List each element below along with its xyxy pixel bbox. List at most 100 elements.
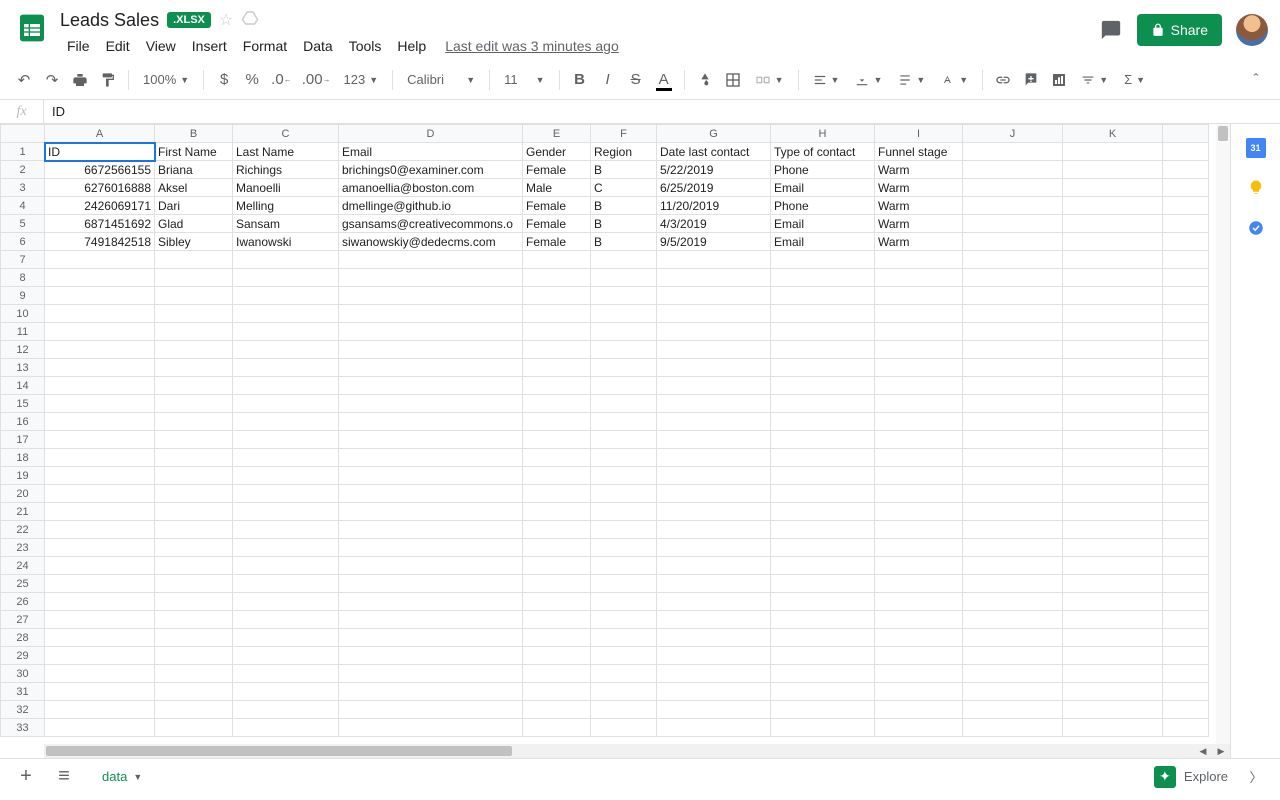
cell[interactable] [771,395,875,413]
cell[interactable] [233,521,339,539]
cell[interactable] [1063,359,1163,377]
row-header[interactable]: 5 [1,215,45,233]
cell[interactable] [155,467,233,485]
cell[interactable] [771,647,875,665]
cell[interactable] [1163,449,1209,467]
cell[interactable] [155,377,233,395]
cell[interactable] [45,413,155,431]
cell[interactable] [771,539,875,557]
row-header[interactable]: 27 [1,611,45,629]
cell[interactable] [233,287,339,305]
cell[interactable] [523,269,591,287]
cell[interactable] [523,575,591,593]
cell[interactable] [233,647,339,665]
cell[interactable] [1163,179,1209,197]
cell[interactable] [591,431,657,449]
cell[interactable]: 6/25/2019 [657,179,771,197]
cell[interactable] [1063,215,1163,233]
cell[interactable]: B [591,233,657,251]
cell[interactable]: Type of contact [771,143,875,161]
cell[interactable] [875,431,963,449]
cell[interactable] [771,305,875,323]
cell[interactable] [591,467,657,485]
cell[interactable] [233,359,339,377]
cell[interactable] [963,665,1063,683]
cell[interactable]: Dari [155,197,233,215]
cell[interactable] [1163,323,1209,341]
cell[interactable] [963,683,1063,701]
cell[interactable] [523,251,591,269]
cell[interactable] [45,521,155,539]
cell[interactable] [591,305,657,323]
cell[interactable]: 9/5/2019 [657,233,771,251]
column-header[interactable]: D [339,125,523,143]
cell[interactable] [963,539,1063,557]
cell[interactable] [45,287,155,305]
cell[interactable] [339,305,523,323]
cell[interactable] [523,611,591,629]
filter-button[interactable]: ▼ [1075,67,1114,93]
cell[interactable] [1063,197,1163,215]
cell[interactable] [875,539,963,557]
cell[interactable] [1063,539,1163,557]
cell[interactable] [657,251,771,269]
row-header[interactable]: 7 [1,251,45,269]
cell[interactable] [523,413,591,431]
cell[interactable] [1163,719,1209,737]
cell[interactable] [523,647,591,665]
cell[interactable] [591,269,657,287]
last-edit-link[interactable]: Last edit was 3 minutes ago [445,38,619,54]
tasks-icon[interactable] [1246,218,1266,238]
column-header[interactable] [1163,125,1209,143]
cell[interactable] [339,485,523,503]
cell[interactable]: Warm [875,197,963,215]
cell[interactable] [657,287,771,305]
cell[interactable]: B [591,161,657,179]
cell[interactable] [339,629,523,647]
cell[interactable] [657,305,771,323]
cell[interactable] [1163,647,1209,665]
cell[interactable] [875,503,963,521]
cell[interactable] [771,431,875,449]
cell[interactable] [339,359,523,377]
cell[interactable] [233,377,339,395]
cell[interactable] [771,611,875,629]
cell[interactable] [1063,647,1163,665]
cell[interactable] [875,701,963,719]
cell[interactable] [963,215,1063,233]
cell[interactable]: amanoellia@boston.com [339,179,523,197]
cell[interactable] [1163,467,1209,485]
cell[interactable] [523,503,591,521]
cell[interactable] [771,719,875,737]
functions-button[interactable]: Σ▼ [1118,67,1151,93]
cell[interactable] [657,575,771,593]
row-header[interactable]: 15 [1,395,45,413]
menu-file[interactable]: File [60,34,97,58]
cell[interactable] [1063,179,1163,197]
cell[interactable] [657,395,771,413]
cell[interactable] [1163,593,1209,611]
font-size-select[interactable]: 11▼ [498,67,550,93]
cell[interactable] [963,143,1063,161]
cell[interactable] [1163,503,1209,521]
column-header[interactable]: K [1063,125,1163,143]
cell[interactable] [771,377,875,395]
insert-chart-button[interactable] [1047,67,1071,93]
cell[interactable]: Richings [233,161,339,179]
print-button[interactable] [68,67,92,93]
cell[interactable] [963,161,1063,179]
vertical-align-button[interactable]: ▼ [849,67,888,93]
cell[interactable] [155,557,233,575]
decrease-decimal-button[interactable]: .0← [268,67,295,93]
cell[interactable] [339,449,523,467]
cell[interactable] [45,251,155,269]
cell[interactable]: dmellinge@github.io [339,197,523,215]
row-header[interactable]: 2 [1,161,45,179]
cell[interactable] [963,575,1063,593]
cell[interactable] [523,665,591,683]
column-header[interactable]: B [155,125,233,143]
cell[interactable] [591,593,657,611]
cell[interactable] [233,449,339,467]
row-header[interactable]: 31 [1,683,45,701]
cell[interactable] [1163,629,1209,647]
